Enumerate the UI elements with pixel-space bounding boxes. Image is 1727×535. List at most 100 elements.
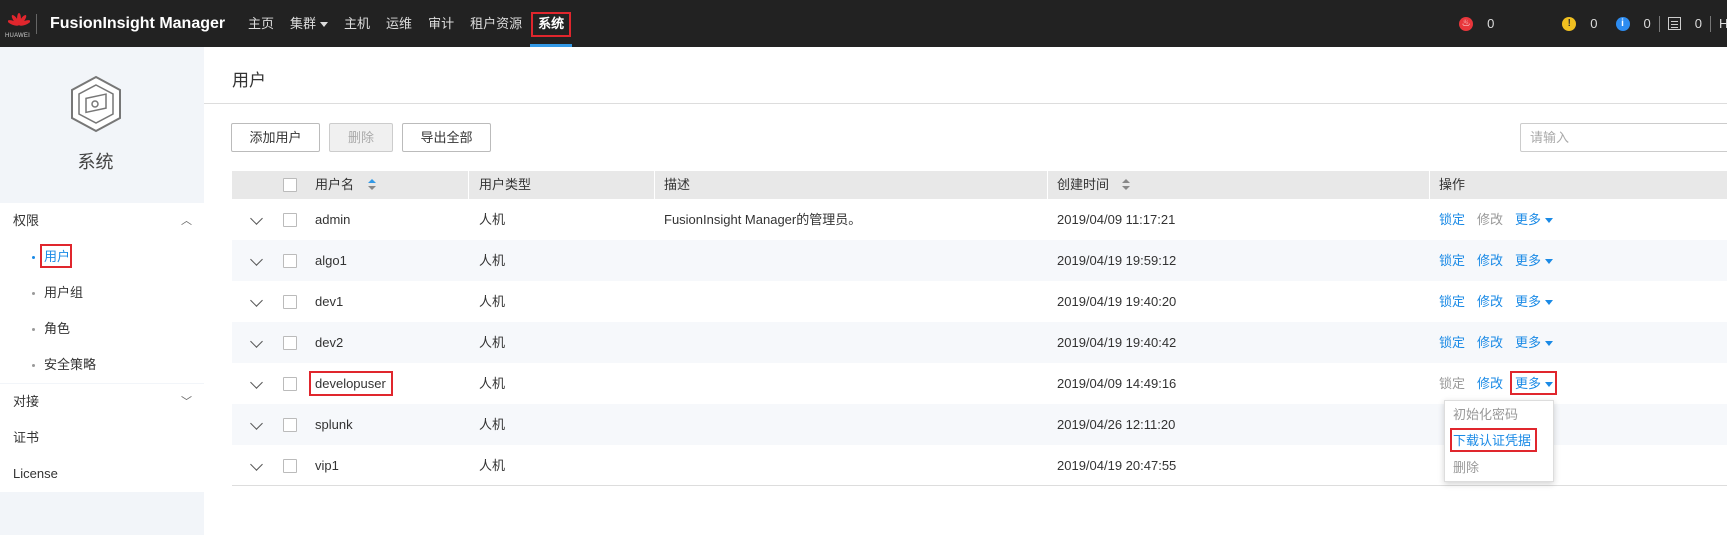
username-cell: algo1 [315, 253, 347, 268]
caret-down-icon [1545, 218, 1554, 224]
lock-link[interactable]: 锁定 [1439, 363, 1465, 404]
bullet-icon [32, 328, 35, 331]
lock-link[interactable]: 锁定 [1439, 281, 1465, 322]
chevron-down-icon: ﹀ [181, 396, 192, 408]
row-checkbox[interactable] [283, 213, 297, 227]
huawei-logo-icon [8, 13, 30, 26]
sidebar-item-roles[interactable]: 角色 [0, 311, 204, 347]
delete-button[interactable]: 删除 [329, 123, 393, 152]
lock-link[interactable]: 锁定 [1439, 199, 1465, 240]
more-link[interactable]: 更多 [1515, 199, 1554, 240]
sidebar-section-certificates[interactable]: 证书 [0, 420, 204, 456]
chevron-down-icon[interactable] [250, 335, 263, 348]
divider [1710, 15, 1711, 32]
created-time-cell: 2019/04/19 20:47:55 [1057, 458, 1177, 473]
bullet-icon [32, 292, 35, 295]
menu-item-init-password[interactable]: 初始化密码 [1453, 404, 1518, 426]
edit-link[interactable]: 修改 [1477, 322, 1503, 363]
nav-ops[interactable]: 运维 [378, 0, 420, 47]
edit-link[interactable]: 修改 [1477, 363, 1503, 404]
table-row: developuser 人机 2019/04/09 14:49:16 锁定 修改… [232, 363, 1727, 404]
row-checkbox[interactable] [283, 418, 297, 432]
row-checkbox[interactable] [283, 254, 297, 268]
row-checkbox[interactable] [283, 377, 297, 391]
sort-icon[interactable] [368, 179, 376, 191]
user-type-cell: 人机 [479, 458, 506, 473]
username-cell: dev2 [315, 335, 344, 350]
row-checkbox[interactable] [283, 295, 297, 309]
chevron-up-icon: ︿ [181, 215, 192, 227]
warning-alarm-icon: ! [1562, 16, 1577, 31]
system-icon [71, 75, 121, 133]
row-checkbox[interactable] [283, 336, 297, 350]
chevron-down-icon[interactable] [250, 376, 263, 389]
column-divider [468, 171, 469, 199]
lock-link[interactable]: 锁定 [1439, 240, 1465, 281]
nav-home[interactable]: 主页 [240, 0, 282, 47]
nav-cluster[interactable]: 集群 [282, 0, 336, 47]
nav-audit[interactable]: 审计 [420, 0, 462, 47]
search-input[interactable]: 请输入 [1520, 123, 1727, 152]
created-time-cell: 2019/04/09 14:49:16 [1057, 376, 1177, 391]
highlight-box [531, 12, 572, 37]
sidebar-item-users[interactable]: 用户 [0, 239, 204, 275]
user-type-cell: 人机 [479, 335, 506, 350]
chevron-down-icon[interactable] [250, 294, 263, 307]
sidebar-section-permissions[interactable]: 权限 ︿ [0, 203, 204, 239]
nav-system[interactable]: 系统 [530, 0, 573, 47]
created-time-cell: 2019/04/26 12:11:20 [1057, 417, 1176, 432]
info-alarm[interactable]: i 0 [1615, 16, 1651, 31]
select-all-checkbox[interactable] [283, 178, 297, 192]
nav-hosts[interactable]: 主机 [336, 0, 378, 47]
user-type-cell: 人机 [479, 253, 506, 268]
sidebar-item-security-policy[interactable]: 安全策略 [0, 347, 204, 383]
more-link[interactable]: 更多 [1515, 240, 1554, 281]
task-list[interactable]: 0 [1667, 16, 1702, 31]
chevron-down-icon [320, 22, 329, 28]
chevron-down-icon[interactable] [250, 417, 263, 430]
sidebar-section-license[interactable]: License [0, 456, 204, 492]
chevron-down-icon[interactable] [250, 212, 263, 225]
caret-down-icon [1545, 259, 1554, 265]
row-checkbox[interactable] [283, 459, 297, 473]
sidebar-item-user-groups[interactable]: 用户组 [0, 275, 204, 311]
sort-icon[interactable] [1122, 179, 1130, 191]
add-user-button[interactable]: 添加用户 [231, 123, 320, 152]
top-bar: HUAWEI FusionInsight Manager 主页 集群 主机 运维… [0, 0, 1727, 47]
critical-alarm[interactable]: ♨ 0 [1459, 16, 1494, 31]
sidebar-section-integration[interactable]: 对接 ﹀ [0, 384, 204, 420]
edit-link[interactable]: 修改 [1477, 199, 1503, 240]
sidebar-title: 系统 [77, 152, 114, 172]
alarm-bar: ♨ 0 ! 0 i 0 0 H [1459, 0, 1727, 47]
highlight-box [40, 244, 72, 268]
warning-alarm[interactable]: ! 0 [1562, 16, 1598, 31]
column-header-username[interactable]: 用户名 [315, 171, 354, 199]
export-all-button[interactable]: 导出全部 [402, 123, 491, 152]
user-type-cell: 人机 [479, 376, 506, 391]
created-time-cell: 2019/04/09 11:17:21 [1057, 212, 1176, 227]
chevron-down-icon[interactable] [250, 458, 263, 471]
lock-link[interactable]: 锁定 [1439, 322, 1465, 363]
chevron-down-icon[interactable] [250, 253, 263, 266]
column-header-user-type: 用户类型 [479, 177, 532, 192]
user-type-cell: 人机 [479, 294, 506, 309]
created-time-cell: 2019/04/19 19:40:20 [1057, 294, 1177, 309]
edit-link[interactable]: 修改 [1477, 281, 1503, 322]
highlight-box [309, 371, 393, 396]
edit-link[interactable]: 修改 [1477, 240, 1503, 281]
highlight-box [1450, 428, 1537, 452]
logo-text: HUAWEI [5, 33, 30, 39]
username-cell: admin [315, 212, 351, 227]
more-link[interactable]: 更多 [1515, 281, 1554, 322]
main-nav: 主页 集群 主机 运维 审计 租户资源 系统 [240, 0, 573, 47]
created-time-cell: 2019/04/19 19:40:42 [1057, 335, 1177, 350]
menu-item-delete[interactable]: 删除 [1453, 457, 1479, 479]
brand-title[interactable]: FusionInsight Manager [50, 15, 225, 33]
table-header: 用户名 用户类型 描述 创建时间 操作 [232, 171, 1727, 199]
more-link[interactable]: 更多 [1515, 322, 1554, 363]
user-menu[interactable]: H [1719, 16, 1727, 31]
table-row: dev2 人机 2019/04/19 19:40:42 锁定 修改 更多 [232, 322, 1727, 363]
nav-tenant[interactable]: 租户资源 [462, 0, 530, 47]
column-header-description: 描述 [664, 177, 691, 192]
column-header-created[interactable]: 创建时间 [1057, 171, 1109, 199]
